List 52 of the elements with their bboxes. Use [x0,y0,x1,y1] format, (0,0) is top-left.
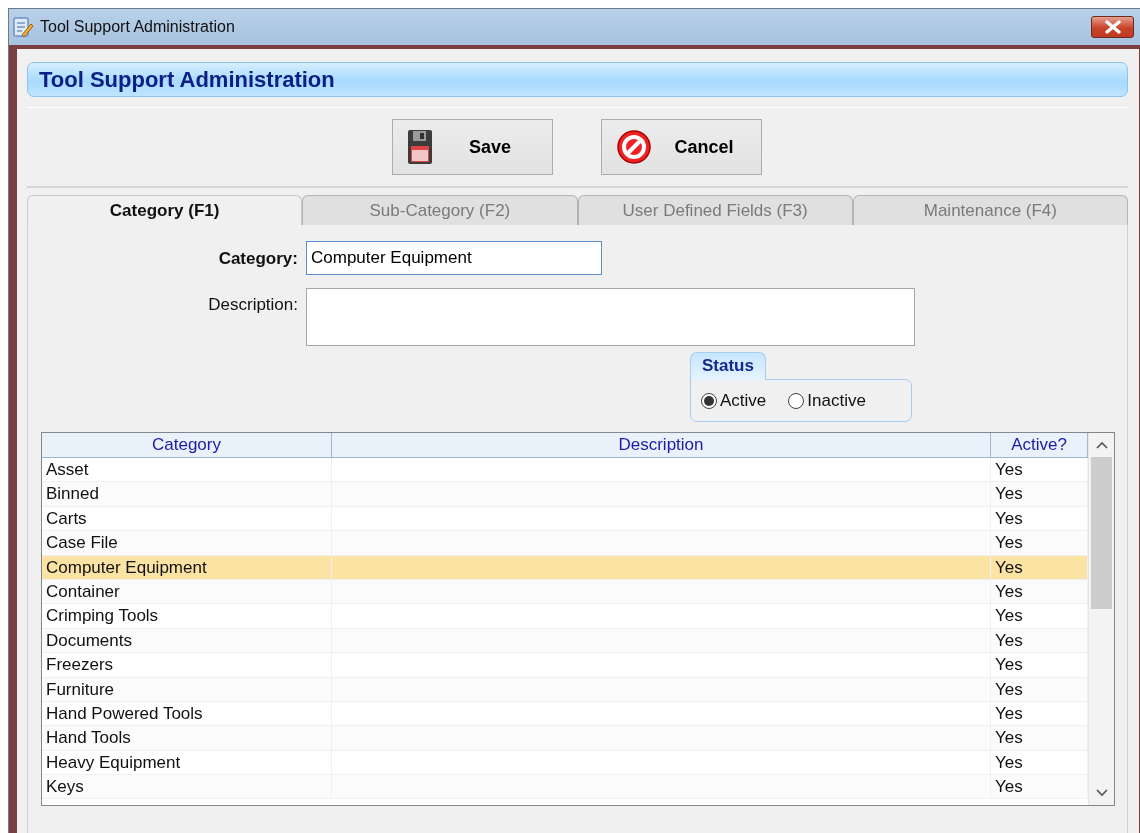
column-header[interactable]: Description [332,433,991,457]
table-cell: Carts [42,506,332,531]
save-button[interactable]: Save [391,119,553,175]
table-row[interactable]: Carts Yes [42,506,1088,532]
table-cell: Freezers [42,653,332,677]
table-cell: Asset [42,458,332,482]
table-cell: Computer Equipment [42,555,332,579]
no-entry-icon [615,129,652,165]
group-title: Status [690,352,766,380]
table-row[interactable]: Binned Yes [42,482,1088,507]
field-label: Description: [207,294,298,315]
close-button[interactable] [1091,16,1134,38]
scrollbar[interactable] [1088,433,1114,805]
table-cell: Binned [42,482,332,506]
table-row[interactable]: Furniture Yes [42,677,1088,702]
column-header[interactable]: Category [42,433,332,457]
window-title: Tool Support Administration [40,18,236,36]
table-cell: Container [42,579,332,604]
scroll-thumb[interactable] [1091,457,1112,609]
scroll-up-icon[interactable] [1095,441,1108,449]
table-row[interactable]: Heavy Equipment Yes [42,750,1088,776]
table-row[interactable]: Documents Yes [42,628,1088,654]
table-cell: Hand Powered Tools [42,701,332,726]
radio-icon[interactable] [788,392,805,409]
close-icon [1103,20,1122,34]
table-row[interactable]: Hand Powered Tools Yes [42,701,1088,727]
table-row[interactable]: Computer Equipment Yes [42,555,1088,580]
radio-option[interactable]: Inactive [788,390,866,411]
field-label: Category: [217,248,298,269]
radio-option[interactable]: Active [701,390,767,411]
table-row[interactable]: Keys Yes [42,775,1088,800]
table-row[interactable]: Case File Yes [42,531,1088,556]
scroll-down-icon[interactable] [1095,789,1108,797]
table-cell: Documents [42,628,332,653]
table-row[interactable]: Container Yes [42,579,1088,605]
notepad-pencil-icon [12,16,34,38]
table-cell: Crimping Tools [42,604,332,628]
table-cell: Furniture [42,677,332,701]
table-row[interactable]: Freezers Yes [42,653,1088,678]
cancel-button[interactable]: Cancel [600,119,762,175]
header-banner: Tool Support Administration [27,62,1128,97]
description-field[interactable] [306,288,915,346]
category-field[interactable]: Computer Equipment [306,241,602,275]
table-cell: Hand Tools [42,726,332,750]
table-row[interactable]: Asset Yes [42,458,1088,483]
tab[interactable]: Category (F1) [27,195,303,225]
table-cell: Case File [42,531,332,555]
table-cell: Heavy Equipment [42,750,332,775]
table-cell: Keys [42,775,332,799]
table-row[interactable]: Crimping Tools Yes [42,604,1088,629]
radio-icon[interactable] [701,392,717,409]
table-row[interactable]: Hand Tools Yes [42,726,1088,751]
